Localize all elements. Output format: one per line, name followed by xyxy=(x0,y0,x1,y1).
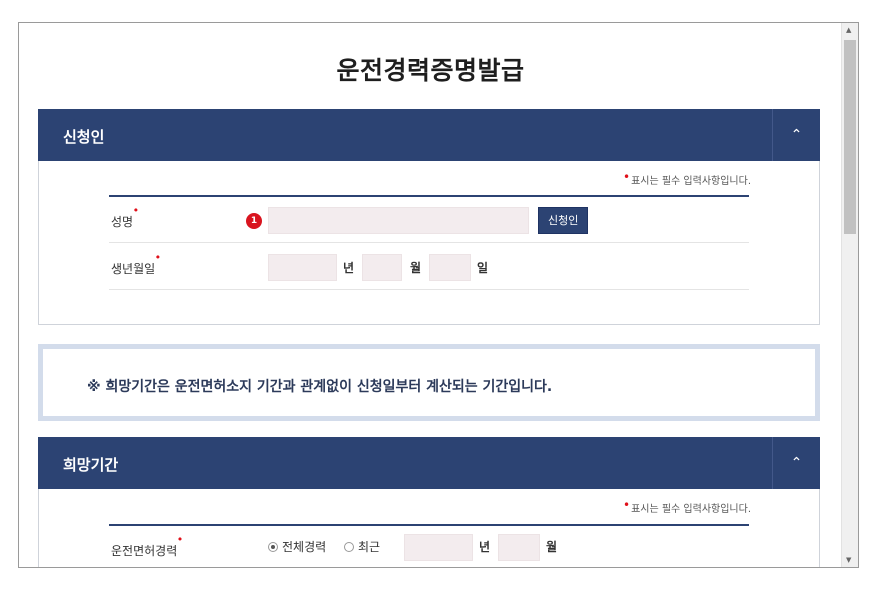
applicant-section-title: 신청인 xyxy=(63,128,105,146)
year-unit: 년 xyxy=(479,540,491,554)
scrollbar-thumb[interactable] xyxy=(844,40,856,234)
applicant-button[interactable]: 신청인 xyxy=(538,207,589,234)
collapse-period-button[interactable]: ⌃ xyxy=(772,437,820,489)
required-dot-icon: • xyxy=(622,170,631,184)
birthdate-label: 생년월일 • xyxy=(111,251,161,277)
required-note: •표시는 필수 입력사항입니다. xyxy=(622,170,751,187)
radio-recent[interactable]: 최근 xyxy=(344,538,380,555)
month-unit: 월 xyxy=(546,540,558,554)
applicant-section: 신청인 ⌃ •표시는 필수 입력사항입니다. 성명 • 1 신청인 생년월일 • 년… xyxy=(38,109,820,325)
step-badge: 1 xyxy=(246,213,262,229)
period-section-title: 희망기간 xyxy=(63,456,119,474)
chevron-up-icon: ⌃ xyxy=(790,455,803,471)
career-label: 운전면허경력 • xyxy=(111,533,183,559)
career-label-text: 운전면허경력 xyxy=(111,544,178,558)
career-row: 운전면허경력 • 전체경력 최근 년 월 xyxy=(109,526,749,567)
required-note-text: 표시는 필수 입력사항입니다. xyxy=(631,504,751,515)
page-title: 운전경력증명발급 xyxy=(336,56,525,85)
page-content: 운전경력증명발급 신청인 ⌃ •표시는 필수 입력사항입니다. 성명 • 1 신청… xyxy=(19,23,842,567)
required-note: •표시는 필수 입력사항입니다. xyxy=(622,498,751,515)
radio-unchecked-icon xyxy=(344,542,354,552)
collapse-applicant-button[interactable]: ⌃ xyxy=(772,109,820,161)
browser-viewport: 운전경력증명발급 신청인 ⌃ •표시는 필수 입력사항입니다. 성명 • 1 신청… xyxy=(18,22,859,568)
period-notice-text: ※ 희망기간은 운전면허소지 기간과 관계없이 신청일부터 계산되는 기간입니다… xyxy=(87,379,553,395)
name-label: 성명 • xyxy=(111,204,139,230)
name-row: 성명 • 1 신청인 xyxy=(109,197,749,243)
radio-checked-icon xyxy=(268,542,278,552)
month-unit: 월 xyxy=(410,261,422,275)
recent-years-input[interactable] xyxy=(404,534,473,561)
day-unit: 일 xyxy=(477,261,489,275)
required-dot-icon: • xyxy=(176,533,184,546)
period-section: 희망기간 ⌃ •표시는 필수 입력사항입니다. 운전면허경력 • 전체경력 최근 … xyxy=(38,437,820,567)
birth-month-input[interactable] xyxy=(362,254,402,281)
year-unit: 년 xyxy=(343,261,355,275)
required-note-text: 표시는 필수 입력사항입니다. xyxy=(631,176,751,187)
required-dot-icon: • xyxy=(132,204,140,217)
chevron-up-icon: ⌃ xyxy=(790,127,803,143)
birthdate-row: 생년월일 • 년 월 일 xyxy=(109,244,749,290)
birth-year-input[interactable] xyxy=(268,254,337,281)
birthdate-label-text: 생년월일 xyxy=(111,262,156,276)
name-label-text: 성명 xyxy=(111,215,134,229)
applicant-section-header: 신청인 ⌃ xyxy=(38,109,820,161)
vertical-scrollbar[interactable]: ▲ ▼ xyxy=(841,23,858,567)
recent-months-input[interactable] xyxy=(498,534,540,561)
period-notice-box: ※ 희망기간은 운전면허소지 기간과 관계없이 신청일부터 계산되는 기간입니다… xyxy=(38,344,820,421)
scroll-up-arrow-icon[interactable]: ▲ xyxy=(846,26,851,34)
radio-all-career-label: 전체경력 xyxy=(282,540,327,554)
radio-all-career[interactable]: 전체경력 xyxy=(268,538,326,555)
required-dot-icon: • xyxy=(622,498,631,512)
period-section-header: 희망기간 ⌃ xyxy=(38,437,820,489)
scroll-down-arrow-icon[interactable]: ▼ xyxy=(846,556,851,564)
name-input[interactable] xyxy=(268,207,529,234)
birth-day-input[interactable] xyxy=(429,254,471,281)
required-dot-icon: • xyxy=(154,251,162,264)
radio-recent-label: 최근 xyxy=(358,540,381,554)
